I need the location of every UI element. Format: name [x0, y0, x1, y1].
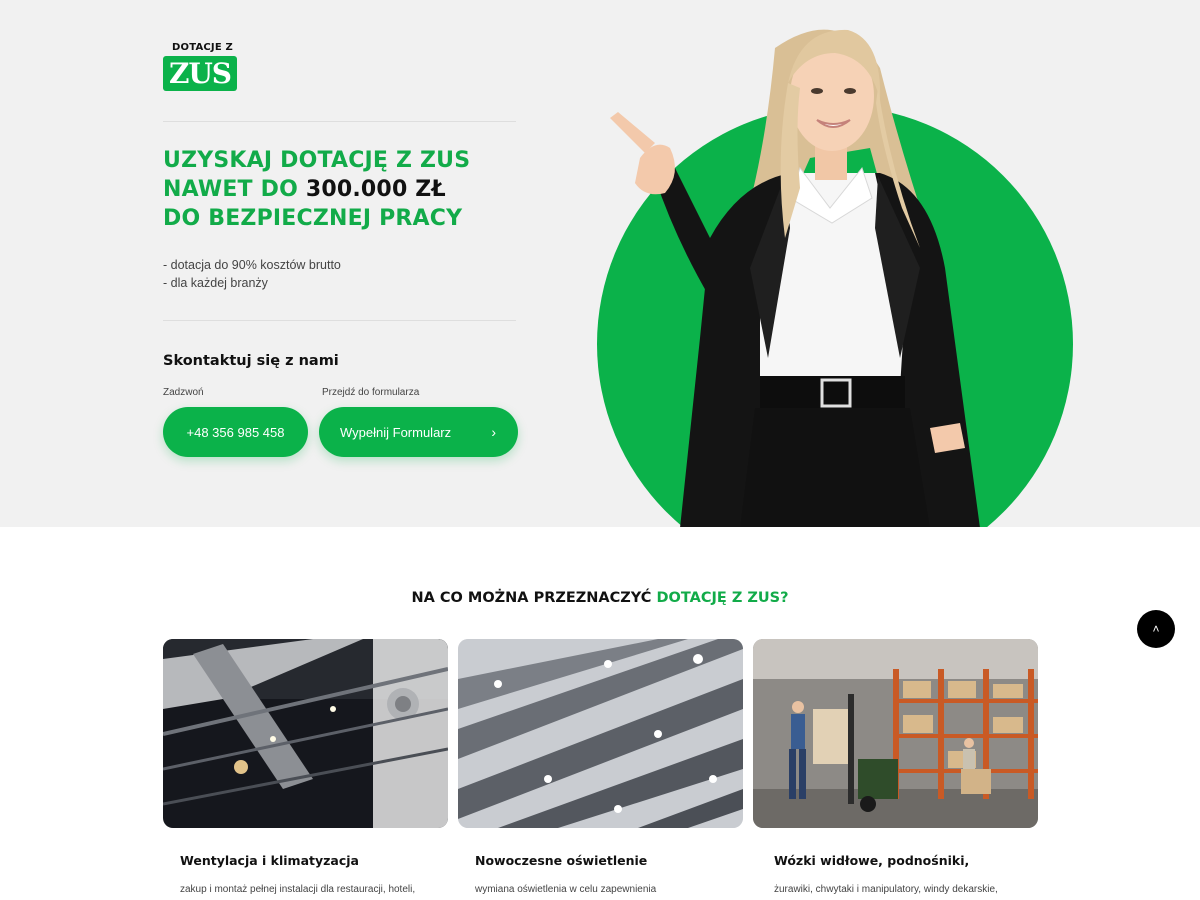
chevron-up-icon: ˄ — [1152, 622, 1160, 636]
divider-bottom — [163, 320, 516, 321]
contact-title: Skontaktuj się z nami — [163, 353, 339, 369]
headline-amount: 300.000 ZŁ — [305, 177, 446, 202]
card-desc-ventilation: zakup i montaż pełnej instalacji dla res… — [180, 884, 416, 895]
logo-top-text: DOTACJE Z — [172, 42, 234, 53]
site-logo[interactable]: DOTACJE Z ZUS — [163, 42, 237, 91]
chevron-right-icon: › — [491, 424, 496, 440]
card-desc-forklifts: żurawiki, chwytaki i manipulatory, windy… — [774, 884, 998, 895]
benefit-item: - dotacja do 90% kosztów brutto — [163, 258, 341, 272]
headline-line-2-prefix: NAWET DO — [163, 177, 306, 202]
hero-section: DOTACJE Z ZUS UZYSKAJ DOTACJĘ Z ZUS NAWE… — [0, 0, 1200, 527]
card-title-ventilation[interactable]: Wentylacja i klimatyzacja — [180, 853, 359, 868]
card-image-lighting[interactable] — [458, 639, 743, 828]
card-image-forklifts[interactable] — [753, 639, 1038, 828]
phone-button-label: +48 356 985 458 — [186, 424, 285, 440]
benefit-list: - dotacja do 90% kosztów brutto - dla ka… — [163, 256, 341, 292]
section-title: NA CO MOŻNA PRZEZNACZYĆ DOTACJĘ Z ZUS? — [0, 590, 1200, 606]
headline-line-3: DO BEZPIECZNEJ PRACY — [163, 206, 463, 231]
logo-mark: ZUS — [163, 56, 237, 91]
section-title-prefix: NA CO MOŻNA PRZEZNACZYĆ — [411, 590, 657, 606]
call-label: Zadzwoń — [163, 387, 204, 398]
benefit-item: - dla każdej branży — [163, 276, 268, 290]
phone-button[interactable]: +48 356 985 458 — [163, 407, 308, 457]
section-title-highlight: DOTACJĘ Z ZUS? — [656, 590, 789, 606]
card-image-ventilation[interactable] — [163, 639, 448, 828]
businesswoman-photo — [610, 29, 980, 527]
fill-form-button-label: Wypełnij Formularz — [340, 424, 452, 440]
fill-form-button[interactable]: Wypełnij Formularz › — [319, 407, 518, 457]
hero-headline: UZYSKAJ DOTACJĘ Z ZUS NAWET DO 300.000 Z… — [163, 146, 470, 233]
card-title-lighting[interactable]: Nowoczesne oświetlenie — [475, 853, 647, 868]
scroll-to-top-button[interactable]: ˄ — [1137, 610, 1175, 648]
card-title-forklifts[interactable]: Wózki widłowe, podnośniki, — [774, 853, 969, 868]
divider-top — [163, 121, 516, 122]
card-desc-lighting: wymiana oświetlenia w celu zapewnienia — [475, 884, 657, 895]
form-label: Przejdź do formularza — [322, 387, 420, 398]
headline-line-1: UZYSKAJ DOTACJĘ Z ZUS — [163, 148, 471, 173]
